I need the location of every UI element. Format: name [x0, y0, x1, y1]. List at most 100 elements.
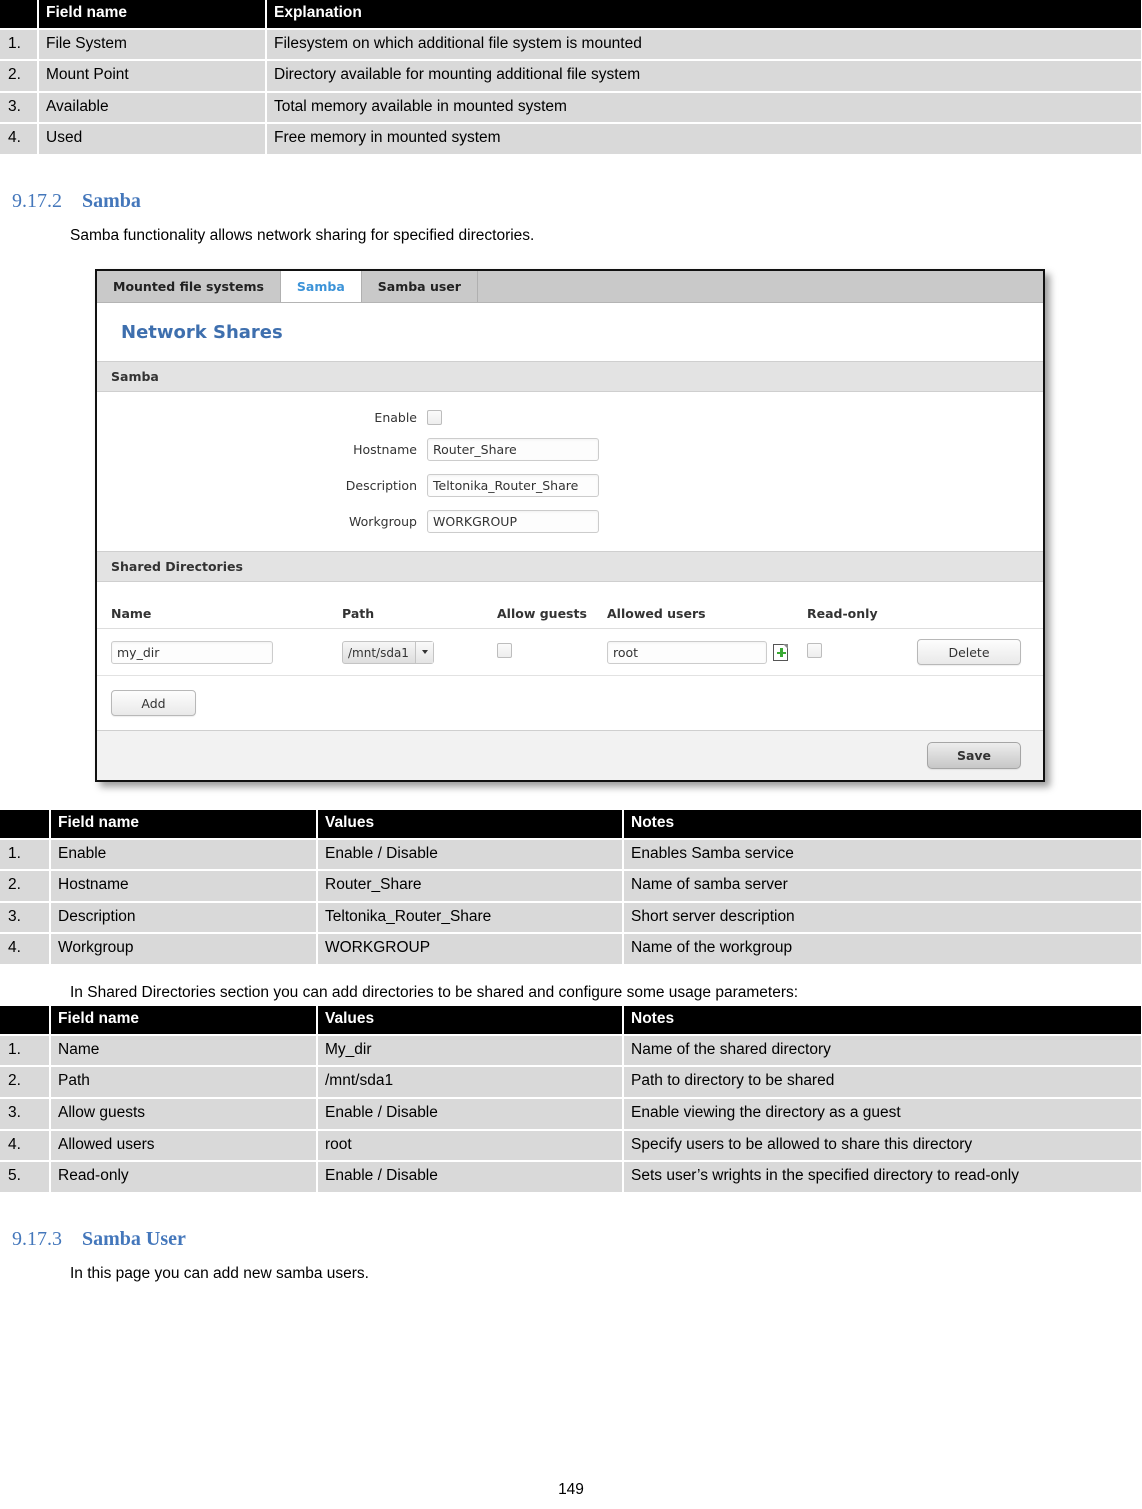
column-header-index — [0, 810, 51, 840]
column-header-name: Name — [111, 605, 152, 621]
row-notes: Name of the workgroup — [623, 933, 1142, 967]
enable-checkbox[interactable] — [427, 410, 442, 426]
row-field-name: Used — [38, 123, 267, 157]
row-field-name: Allow guests — [50, 1097, 318, 1131]
tab-samba-user[interactable]: Samba user — [361, 271, 478, 303]
description-input[interactable]: Teltonika_Router_Share — [427, 474, 599, 498]
row-explanation: Directory available for mounting additio… — [266, 60, 1142, 93]
row-value: WORKGROUP — [317, 933, 624, 967]
row-index: 2. — [0, 60, 39, 93]
row-field-name: File System — [38, 28, 267, 62]
row-field-name: Mount Point — [38, 60, 267, 93]
row-notes: Short server description — [623, 901, 1142, 935]
add-row-area: Add — [97, 676, 1043, 732]
tab-bar-filler — [477, 271, 1043, 303]
row-index: 2. — [0, 1066, 51, 1099]
row-value: Teltonika_Router_Share — [317, 901, 624, 935]
column-header-index — [0, 0, 39, 30]
section-title: Samba User — [82, 1227, 186, 1250]
form-row-workgroup: Workgroup WORKGROUP — [97, 510, 1043, 534]
column-header-field-name: Field name — [50, 810, 318, 840]
row-field-name: Hostname — [50, 870, 318, 903]
section-heading-samba-user: 9.17.3 Samba User — [0, 1228, 1142, 1251]
table-row: 2. Hostname Router_Share Name of samba s… — [0, 870, 1142, 903]
row-index: 4. — [0, 1129, 51, 1163]
chevron-down-icon[interactable] — [415, 641, 433, 663]
column-header-allowed-users: Allowed users — [607, 605, 706, 621]
row-field-name: Enable — [50, 838, 318, 872]
tab-samba[interactable]: Samba — [280, 271, 362, 303]
row-index: 2. — [0, 870, 51, 903]
form-row-description: Description Teltonika_Router_Share — [97, 474, 1043, 498]
section-heading-samba: 9.17.2 Samba — [0, 190, 1142, 213]
row-index: 3. — [0, 1097, 51, 1131]
samba-user-intro-paragraph: In this page you can add new samba users… — [70, 1264, 369, 1282]
router-ui-panel: Mounted file systems Samba Samba user Ne… — [95, 269, 1045, 783]
row-value: My_dir — [317, 1034, 624, 1068]
row-value: Enable / Disable — [317, 838, 624, 872]
samba-fields-table: Field name Values Notes 1. Enable Enable… — [0, 810, 1142, 967]
page-number: 149 — [558, 1481, 584, 1498]
tab-mounted-file-systems[interactable]: Mounted file systems — [97, 271, 281, 303]
table-header-row: Field name Values Notes — [0, 810, 1142, 840]
table-row: 5. Read-only Enable / Disable Sets user’… — [0, 1161, 1142, 1194]
add-user-document-icon[interactable] — [773, 643, 788, 661]
samba-intro-paragraph: Samba functionality allows network shari… — [70, 227, 535, 245]
column-header-index — [0, 1006, 51, 1036]
column-header-path: Path — [342, 605, 375, 621]
table-row: 1. Name My_dir Name of the shared direct… — [0, 1034, 1142, 1068]
save-area: Save — [97, 731, 1043, 781]
cell-allowed-users: root — [607, 640, 807, 664]
column-header-notes: Notes — [623, 1006, 1142, 1036]
column-header-values: Values — [317, 810, 624, 840]
table-row: 3. Available Total memory available in m… — [0, 91, 1142, 125]
table-row: 2. Path /mnt/sda1 Path to directory to b… — [0, 1066, 1142, 1099]
column-header-read-only: Read-only — [807, 605, 878, 621]
cell-path: /mnt/sda1 — [342, 640, 497, 664]
allowed-users-input[interactable]: root — [607, 640, 767, 664]
table-header-row: Field name Explanation — [0, 0, 1142, 30]
row-explanation: Free memory in mounted system — [266, 123, 1142, 157]
path-select[interactable]: /mnt/sda1 — [342, 640, 434, 664]
row-field-name: Read-only — [50, 1161, 318, 1194]
row-notes: Path to directory to be shared — [623, 1066, 1142, 1099]
row-value: Enable / Disable — [317, 1161, 624, 1194]
allow-guests-checkbox[interactable] — [497, 643, 512, 659]
row-index: 5. — [0, 1161, 51, 1194]
workgroup-label: Workgroup — [349, 514, 417, 530]
directory-name-input[interactable]: my_dir — [111, 640, 273, 664]
table-header-row: Field name Values Notes — [0, 1006, 1142, 1036]
column-header-values: Values — [317, 1006, 624, 1036]
read-only-checkbox[interactable] — [807, 643, 822, 659]
form-row-enable: Enable — [97, 410, 1043, 426]
row-index: 1. — [0, 838, 51, 872]
column-header-notes: Notes — [623, 810, 1142, 840]
shared-directories-fields-table: Field name Values Notes 1. Name My_dir N… — [0, 1006, 1142, 1194]
column-header-explanation: Explanation — [266, 0, 1142, 30]
network-shares-title: Network Shares — [97, 303, 1043, 362]
hostname-input[interactable]: Router_Share — [427, 438, 599, 462]
add-button[interactable]: Add — [111, 690, 196, 717]
table-row: 3. Allow guests Enable / Disable Enable … — [0, 1097, 1142, 1131]
cell-read-only — [807, 643, 917, 661]
row-explanation: Filesystem on which additional file syst… — [266, 28, 1142, 62]
row-index: 1. — [0, 1034, 51, 1068]
row-notes: Enable viewing the directory as a guest — [623, 1097, 1142, 1131]
cell-allow-guests — [497, 643, 607, 661]
row-notes: Enables Samba service — [623, 838, 1142, 872]
section-title: Samba — [82, 190, 141, 213]
column-header-field-name: Field name — [50, 1006, 318, 1036]
row-field-name: Description — [50, 901, 318, 935]
save-button[interactable]: Save — [927, 742, 1021, 770]
shared-directories-intro: In Shared Directories section you can ad… — [70, 984, 799, 1002]
table-row: 1. File System Filesystem on which addit… — [0, 28, 1142, 62]
row-index: 3. — [0, 91, 39, 125]
cell-name: my_dir — [97, 640, 342, 664]
row-notes: Sets user’s wrights in the specified dir… — [623, 1161, 1142, 1194]
router-ui-screenshot: Mounted file systems Samba Samba user Ne… — [95, 269, 1045, 783]
delete-button[interactable]: Delete — [917, 639, 1021, 666]
table-row: 4. Workgroup WORKGROUP Name of the workg… — [0, 933, 1142, 967]
workgroup-input[interactable]: WORKGROUP — [427, 510, 599, 534]
row-field-name: Name — [50, 1034, 318, 1068]
